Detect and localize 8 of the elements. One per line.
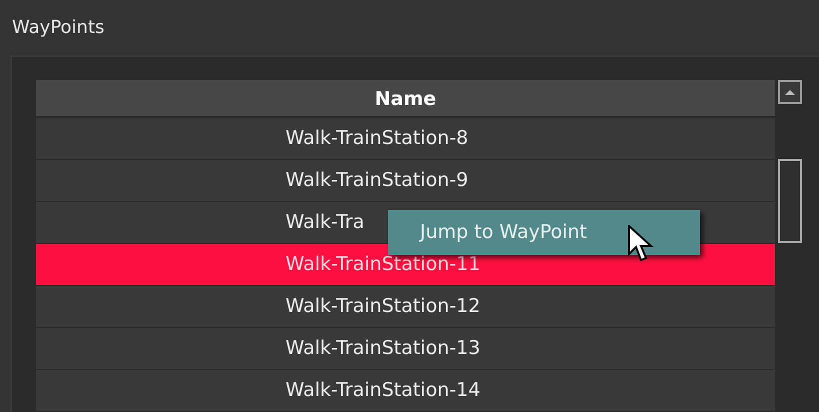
waypoint-name: Walk-TrainStation-13 xyxy=(286,337,480,360)
waypoint-name: Walk-TrainStation-11 xyxy=(286,253,480,276)
waypoint-name: Walk-TrainStation-8 xyxy=(286,127,468,150)
waypoint-name: Walk-TrainStation-12 xyxy=(286,295,480,318)
waypoint-name: Walk-TrainStation-9 xyxy=(286,169,468,192)
panel-title: WayPoints xyxy=(11,16,106,40)
waypoint-name: Walk-TrainStation-14 xyxy=(286,379,480,402)
waypoint-name: Walk-Tra xyxy=(286,211,364,234)
